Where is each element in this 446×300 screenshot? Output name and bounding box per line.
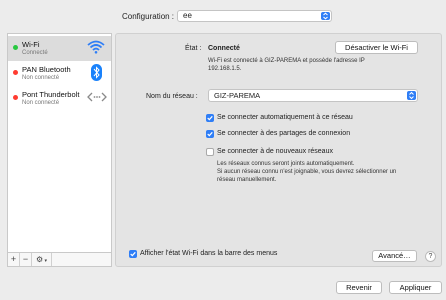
configuration-value: ee [183,11,192,20]
checkbox-label: Se connecter automatiquement à ce réseau [217,114,353,121]
checkbox-unchecked-icon [206,148,214,156]
service-name: PAN Bluetooth [22,65,71,74]
service-item-bluetooth-pan[interactable]: PAN Bluetooth Non connecté [8,61,111,86]
service-item-thunderbolt-bridge[interactable]: Pont Thunderbolt Non connecté [8,86,111,111]
checkbox-checked-icon [206,114,214,122]
service-status: Non connecté [22,100,60,106]
turn-off-wifi-button[interactable]: Désactiver le Wi-Fi [335,41,418,54]
service-name: Pont Thunderbolt [22,90,80,99]
advanced-button[interactable]: Avancé… [372,250,417,262]
status-label: État : [185,45,202,52]
service-status: Non connecté [22,75,60,81]
revert-button[interactable]: Revenir [336,281,382,294]
configuration-select[interactable]: ee [177,10,332,22]
remove-service-button[interactable]: − [20,253,32,266]
service-list-toolbar: + − ⚙ ▾ [7,253,112,267]
network-name-value: GIZ-PAREMA [214,91,261,100]
select-arrows-icon [321,12,330,20]
add-service-button[interactable]: + [8,253,20,266]
help-button[interactable]: ? [425,251,436,262]
gear-icon[interactable]: ⚙ ▾ [32,253,52,266]
checkbox-checked-icon [129,250,137,258]
info-line1: Les réseaux connus seront joints automat… [217,161,355,167]
service-status: Connecté [22,50,48,56]
info-line3: réseau manuellement. [217,177,277,183]
network-name-label: Nom du réseau : [146,93,198,100]
service-list: Wi-Fi Connecté PAN Bluetooth Non connect… [7,33,112,253]
thunderbolt-bridge-icon [87,91,107,105]
status-description-line2: 192.168.1.5. [208,66,242,72]
ask-new-networks-checkbox[interactable]: Se connecter à de nouveaux réseaux [206,147,366,157]
bluetooth-icon [91,64,102,83]
service-name: Wi-Fi [22,40,40,49]
status-dot-disconnected [13,70,18,75]
info-line2: Si aucun réseau connu n'est joignable, v… [217,169,397,175]
status-dot-connected [13,45,18,50]
service-item-wifi[interactable]: Wi-Fi Connecté [8,36,111,61]
select-arrows-icon [407,91,416,100]
network-name-select[interactable]: GIZ-PAREMA [208,89,418,102]
checkbox-checked-icon [206,130,214,138]
status-description-line1: Wi-Fi est connecté à GIZ-PAREMA et possè… [208,58,365,64]
configuration-label: Configuration : [122,12,175,21]
show-wifi-menubar-checkbox[interactable]: Afficher l'état Wi-Fi dans la barre des … [129,250,309,260]
auto-connect-checkbox[interactable]: Se connecter automatiquement à ce réseau [206,113,366,123]
wifi-icon [87,40,105,56]
checkbox-label: Afficher l'état Wi-Fi dans la barre des … [140,250,278,257]
status-dot-disconnected [13,95,18,100]
apply-button[interactable]: Appliquer [389,281,442,294]
checkbox-label: Se connecter à des partages de connexion [217,130,351,137]
checkbox-label: Se connecter à de nouveaux réseaux [217,148,333,155]
status-value: Connecté [208,45,240,52]
personal-hotspot-checkbox[interactable]: Se connecter à des partages de connexion [206,129,366,139]
